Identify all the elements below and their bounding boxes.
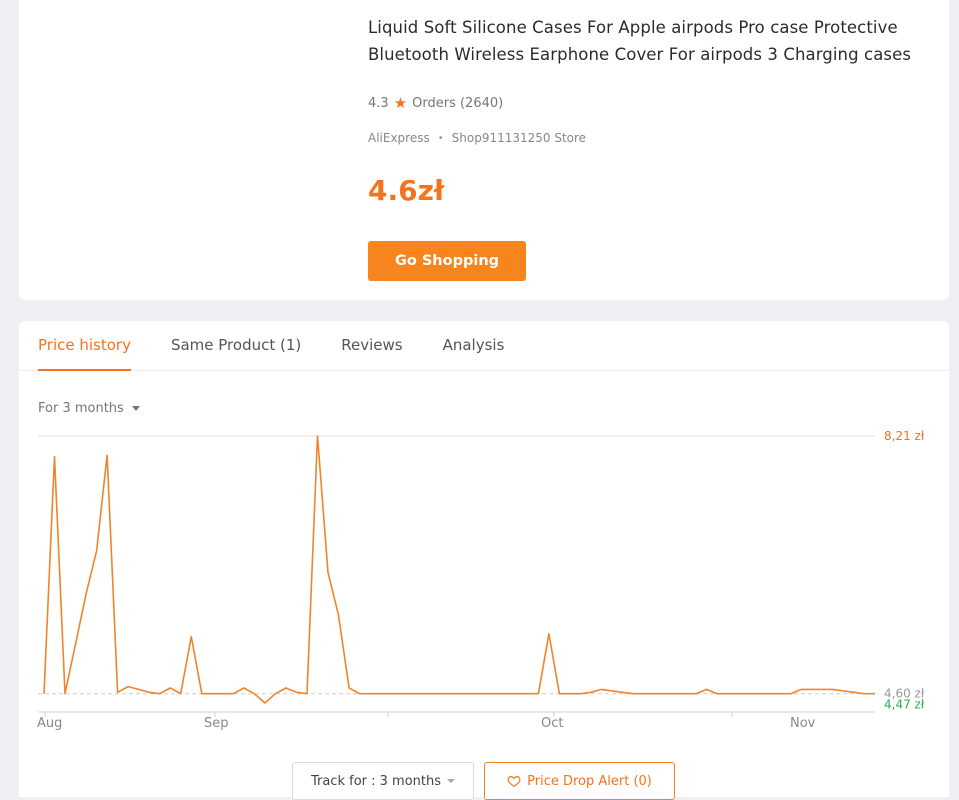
x-tick-label: Aug (37, 716, 62, 731)
rating-value: 4.3 (368, 96, 389, 111)
track-period-dropdown[interactable]: Track for : 3 months (292, 762, 474, 800)
orders-count: Orders (2640) (412, 96, 504, 111)
caret-down-icon (447, 779, 456, 783)
history-card: Price history Same Product (1) Reviews A… (19, 321, 949, 800)
price-drop-alert-button[interactable]: Price Drop Alert (0) (484, 762, 675, 800)
x-tick-label: Sep (204, 716, 229, 731)
price-line (43, 435, 875, 704)
x-tick-label: Nov (790, 716, 816, 731)
price-chart: 8,21 zł 4,60 zł 4,47 zł Aug Sep Oct Nov (37, 429, 925, 731)
product-price: 4.6zł (368, 174, 445, 207)
track-label: Track for : 3 months (310, 773, 442, 789)
star-icon: ★ (393, 94, 408, 112)
go-shopping-button[interactable]: Go Shopping (368, 241, 526, 281)
max-price-label: 8,21 zł (884, 429, 925, 443)
x-tick-label: Oct (541, 716, 563, 731)
separator-dot: • (437, 132, 444, 144)
heart-icon (507, 776, 521, 787)
store-row: AliExpress • Shop911131250 Store (368, 131, 586, 145)
rating-row: 4.3 ★ Orders (2640) (368, 94, 504, 112)
product-title[interactable]: Liquid Soft Silicone Cases For Apple air… (368, 14, 923, 68)
min-price-label: 4,47 zł (884, 698, 925, 712)
store-name[interactable]: Shop911131250 Store (452, 131, 586, 145)
platform-name[interactable]: AliExpress (368, 131, 430, 145)
alert-label: Price Drop Alert (0) (527, 773, 652, 789)
